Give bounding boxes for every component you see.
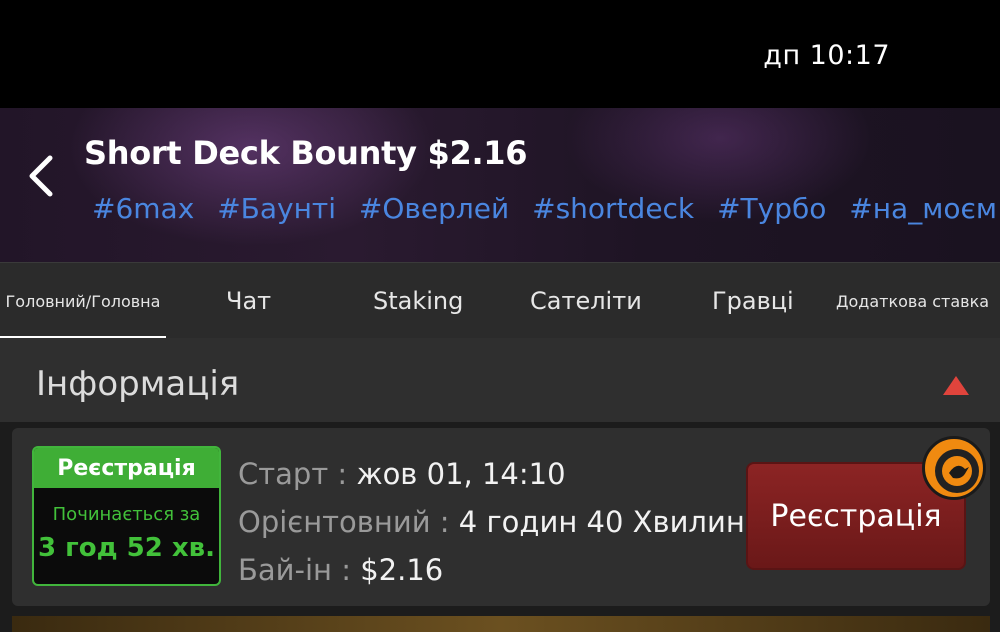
registration-badge-title: Реєстрація <box>34 448 219 488</box>
info-section-header[interactable]: Інформація <box>0 338 1000 422</box>
promo-banner-edge <box>12 616 990 632</box>
tab-chat[interactable]: Чат <box>226 263 271 339</box>
tournament-info-card: Реєстрація Починається за 3 год 52 хв. С… <box>12 428 990 606</box>
info-section-title: Інформація <box>36 364 240 404</box>
registration-status-badge: Реєстрація Починається за 3 год 52 хв. <box>32 446 221 586</box>
back-button[interactable] <box>20 150 64 202</box>
tournament-title: Short Deck Bounty $2.16 <box>84 134 528 172</box>
tab-side-bet[interactable]: Додаткова ставка <box>836 263 989 339</box>
tab-players[interactable]: Гравці <box>712 263 794 339</box>
tag-link[interactable]: #Турбо <box>717 192 826 225</box>
start-row: Старт : жов 01, 14:10 <box>238 457 566 491</box>
tag-link[interactable]: #6max <box>92 192 194 225</box>
tab-main[interactable]: Головний/Головна <box>0 263 166 339</box>
info-section: Інформація Реєстрація Починається за 3 г… <box>0 338 1000 632</box>
registration-countdown: 3 год 52 хв. <box>38 533 215 563</box>
tournament-tags: #6max #Баунті #Оверлей #shortdeck #Турбо… <box>92 192 1000 225</box>
duration-label: Орієнтовний <box>238 505 431 539</box>
duration-row: Орієнтовний : 4 годин 40 Хвилин <box>238 505 745 539</box>
buyin-value: $2.16 <box>360 553 444 587</box>
buyin-label: Бай-ін <box>238 553 332 587</box>
tag-link[interactable]: #Оверлей <box>359 192 509 225</box>
collapse-triangle-icon[interactable] <box>942 374 970 396</box>
status-clock: дп 10:17 <box>763 40 890 71</box>
tab-staking[interactable]: Staking <box>373 263 463 339</box>
early-bird-icon <box>922 436 986 500</box>
duration-value: 4 годин 40 Хвилин <box>458 505 745 539</box>
tag-link[interactable]: #на_моєм <box>849 192 997 225</box>
chevron-left-icon <box>29 155 53 197</box>
tag-link[interactable]: #Баунті <box>217 192 336 225</box>
tournament-header: Short Deck Bounty $2.16 #6max #Баунті #О… <box>0 108 1000 262</box>
tag-link[interactable]: #shortdeck <box>532 192 694 225</box>
buyin-row: Бай-ін : $2.16 <box>238 553 444 587</box>
status-bar: дп 10:17 <box>0 0 1000 108</box>
registration-badge-subtitle: Починається за <box>52 504 201 525</box>
start-value: жов 01, 14:10 <box>356 457 566 491</box>
tab-satellites[interactable]: Сателіти <box>530 263 642 339</box>
start-label: Старт <box>238 457 329 491</box>
tab-bar: Головний/Головна Чат Staking Сателіти Гр… <box>0 262 1000 339</box>
bird-silhouette-icon <box>942 456 972 486</box>
tournament-details: Старт : жов 01, 14:10 Орієнтовний : 4 го… <box>238 450 745 594</box>
